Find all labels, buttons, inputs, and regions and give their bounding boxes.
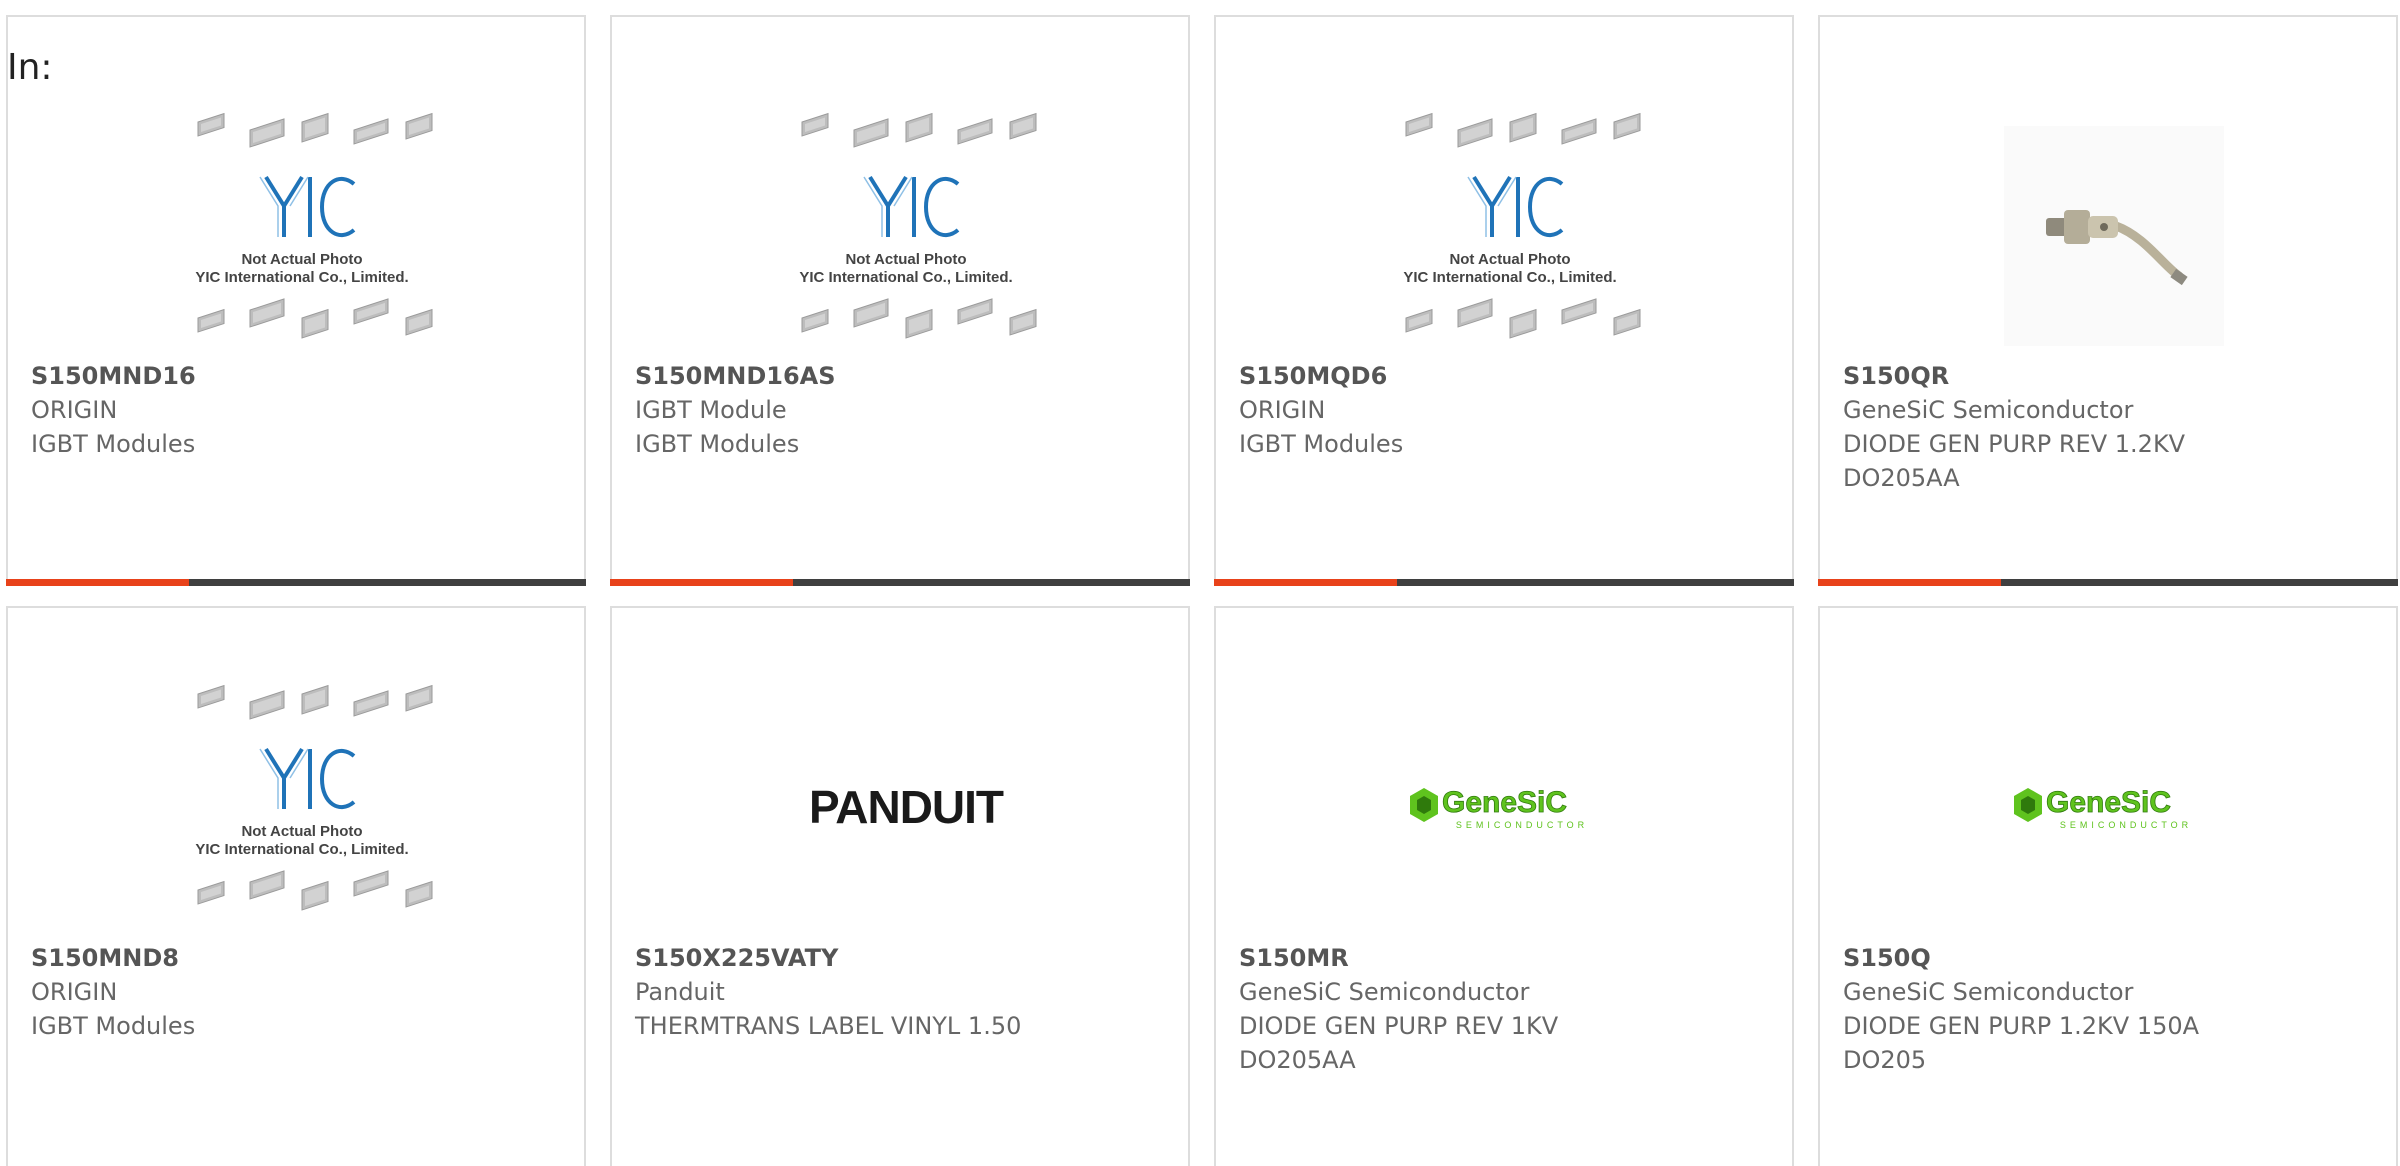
product-info: S150MND16AS IGBT Module IGBT Modules [635,359,1178,461]
genesic-logo-text: GeneSiC [2046,786,2171,819]
card-accent-bar [610,579,793,586]
product-image[interactable]: Not Actual Photo YIC International Co., … [772,102,1040,370]
product-info: S150MND16 ORIGIN IGBT Modules [31,359,574,461]
product-card[interactable]: GeneSiC SEMICONDUCTOR S150MR GeneSiC Sem… [1214,606,1794,1166]
product-image[interactable]: Not Actual Photo YIC International Co., … [168,102,436,370]
card-accent-bar [6,579,189,586]
description: DIODE GEN PURP REV 1.2KV DO205AA [1843,430,2186,492]
description: DIODE GEN PURP 1.2KV 150A DO205 [1843,1012,2200,1074]
placeholder-caption-line1: Not Actual Photo [845,251,966,268]
panduit-logo-text: PANDUIT [809,781,1004,833]
product-card[interactable]: GeneSiC SEMICONDUCTOR S150Q GeneSiC Semi… [1818,606,2398,1166]
part-number-link[interactable]: S150MR [1239,941,1782,975]
description: IGBT Modules [1239,430,1404,458]
card-bottom-bar [610,579,1190,586]
placeholder-caption-line2: YIC International Co., Limited. [1403,269,1616,286]
card-bottom-bar [6,579,586,586]
placeholder-image: Not Actual Photo YIC International Co., … [195,112,433,339]
placeholder-caption-line1: Not Actual Photo [1449,251,1570,268]
part-number-link[interactable]: S150X225VATY [635,941,1178,975]
product-info: S150MR GeneSiC Semiconductor DIODE GEN P… [1239,941,1782,1077]
product-info: S150X225VATY Panduit THERMTRANS LABEL VI… [635,941,1178,1043]
placeholder-image: Not Actual Photo YIC International Co., … [799,112,1037,339]
product-card[interactable]: Not Actual Photo YIC International Co., … [1214,15,1794,586]
part-number-link[interactable]: S150QR [1843,359,2386,393]
part-number-link[interactable]: S150MND8 [31,941,574,975]
product-image[interactable]: GeneSiC SEMICONDUCTOR [1376,674,1644,942]
manufacturer: GeneSiC Semiconductor [1843,396,2134,424]
placeholder-caption-line2: YIC International Co., Limited. [195,841,408,858]
filter-label: In: [7,47,53,88]
product-image[interactable]: Not Actual Photo YIC International Co., … [1376,102,1644,370]
product-image[interactable] [1980,102,2248,370]
description: IGBT Modules [31,430,196,458]
card-bottom-bar [1818,579,2398,586]
manufacturer: GeneSiC Semiconductor [1843,978,2134,1006]
description: DIODE GEN PURP REV 1KV DO205AA [1239,1012,1559,1074]
product-grid: Not Actual Photo YIC International Co., … [0,0,2400,1166]
genesic-logo: GeneSiC SEMICONDUCTOR [2014,786,2192,830]
card-accent-bar [1214,579,1397,586]
product-info: S150MQD6 ORIGIN IGBT Modules [1239,359,1782,461]
manufacturer: ORIGIN [31,978,118,1006]
product-card[interactable]: S150QR GeneSiC Semiconductor DIODE GEN P… [1818,15,2398,586]
part-number-link[interactable]: S150MND16 [31,359,574,393]
manufacturer: IGBT Module [635,396,787,424]
placeholder-caption-line2: YIC International Co., Limited. [195,269,408,286]
part-number-link[interactable]: S150MQD6 [1239,359,1782,393]
product-card[interactable]: Not Actual Photo YIC International Co., … [6,606,586,1166]
description: IGBT Modules [635,430,800,458]
stud-diode-photo [2004,126,2224,346]
card-accent-bar [1818,579,2001,586]
description: IGBT Modules [31,1012,196,1040]
product-image[interactable]: PANDUIT [772,674,1040,942]
manufacturer: Panduit [635,978,725,1006]
product-info: S150Q GeneSiC Semiconductor DIODE GEN PU… [1843,941,2386,1077]
part-number-link[interactable]: S150MND16AS [635,359,1178,393]
genesic-logo: GeneSiC SEMICONDUCTOR [1410,786,1588,830]
placeholder-image: Not Actual Photo YIC International Co., … [195,684,433,911]
placeholder-image: Not Actual Photo YIC International Co., … [1403,112,1641,339]
part-number-link[interactable]: S150Q [1843,941,2386,975]
product-info: S150QR GeneSiC Semiconductor DIODE GEN P… [1843,359,2386,495]
manufacturer: ORIGIN [31,396,118,424]
placeholder-caption-line1: Not Actual Photo [241,251,362,268]
manufacturer: GeneSiC Semiconductor [1239,978,1530,1006]
description: THERMTRANS LABEL VINYL 1.50 [635,1012,1022,1040]
product-image[interactable]: GeneSiC SEMICONDUCTOR [1980,674,2248,942]
placeholder-caption-line2: YIC International Co., Limited. [799,269,1012,286]
placeholder-caption-line1: Not Actual Photo [241,823,362,840]
product-info: S150MND8 ORIGIN IGBT Modules [31,941,574,1043]
product-card[interactable]: Not Actual Photo YIC International Co., … [6,15,586,586]
card-bottom-bar [1214,579,1794,586]
genesic-logo-subtext: SEMICONDUCTOR [2060,820,2192,830]
product-card[interactable]: Not Actual Photo YIC International Co., … [610,15,1190,586]
panduit-logo: PANDUIT [809,781,1005,833]
product-card[interactable]: PANDUIT S150X225VATY Panduit THERMTRANS … [610,606,1190,1166]
genesic-logo-text: GeneSiC [1442,786,1567,819]
manufacturer: ORIGIN [1239,396,1326,424]
genesic-logo-subtext: SEMICONDUCTOR [1456,820,1588,830]
product-image[interactable]: Not Actual Photo YIC International Co., … [168,674,436,942]
